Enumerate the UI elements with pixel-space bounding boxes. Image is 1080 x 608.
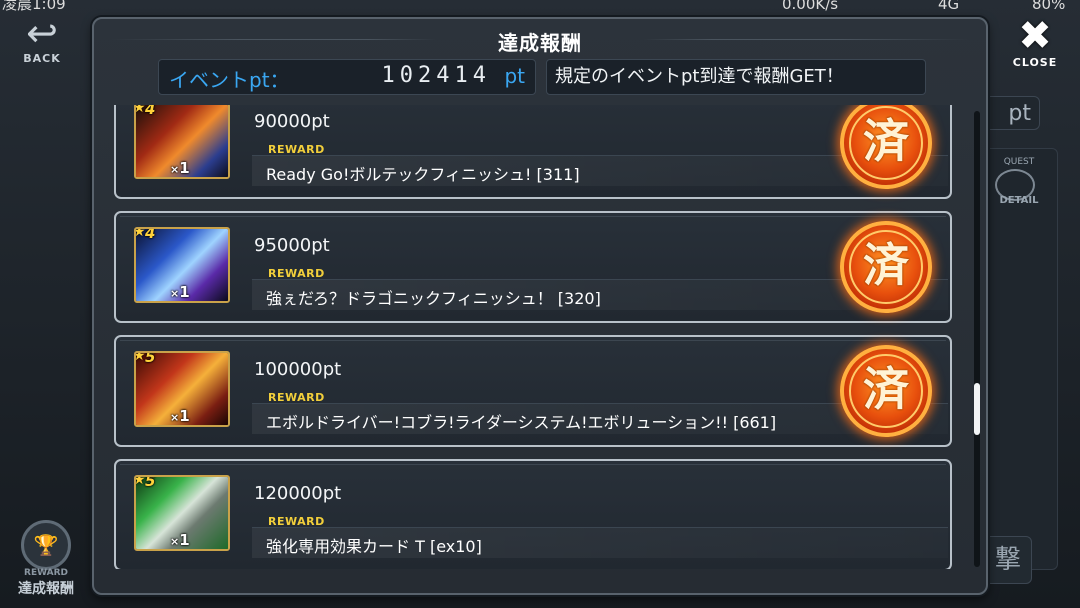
card-quantity-value: 1 xyxy=(179,531,190,549)
status-bar: 凌晨1:09 0.00K/s 4G 80% xyxy=(0,0,1080,16)
side-reward-button[interactable]: 🏆 REWARD 達成報酬 xyxy=(8,520,84,600)
close-icon: ✖ xyxy=(1018,13,1052,59)
reward-threshold: 90000pt xyxy=(254,111,330,132)
reward-tag: REWARD xyxy=(268,515,325,528)
reward-name: エボルドライバー!コブラ!ライダーシステム!エボリューション!! [661] xyxy=(266,413,777,432)
status-signal: 4G xyxy=(938,0,960,13)
row-highlight xyxy=(120,340,946,341)
back-button[interactable]: ↩ BACK xyxy=(10,14,74,68)
reward-info-text: 規定のイベントpt到達で報酬GET！ xyxy=(546,59,926,95)
star-count: 4 xyxy=(145,227,156,242)
status-time: 凌晨1:09 xyxy=(2,0,66,13)
star-rarity-badge: ★ 4 xyxy=(134,227,159,246)
attack-button[interactable]: 撃 xyxy=(984,536,1032,584)
reward-tag: REWARD xyxy=(268,391,325,404)
star-count: 5 xyxy=(145,351,156,366)
card-quantity: ×1 xyxy=(170,283,190,301)
reward-card-thumbnail[interactable]: ★ 5 ×1 xyxy=(134,475,230,551)
star-rarity-badge: ★ 5 xyxy=(134,475,159,494)
star-count: 4 xyxy=(145,105,156,118)
status-network-speed: 0.00K/s xyxy=(782,0,839,13)
back-label: BACK xyxy=(23,52,61,65)
scrollbar-thumb[interactable] xyxy=(974,383,980,435)
claimed-stamp-icon: 済 xyxy=(840,345,932,437)
reward-list[interactable]: ★ 4 ×1 90000pt REWARD Ready Go!ボルテックフィニッ… xyxy=(112,105,954,569)
event-pt-label: イベントpt： xyxy=(169,68,290,92)
row-highlight xyxy=(120,464,946,465)
dialog-title: 達成報酬 xyxy=(498,31,582,55)
detail-label: DETAIL xyxy=(999,195,1039,206)
star-count: 5 xyxy=(145,475,156,490)
card-quantity-value: 1 xyxy=(179,283,190,301)
event-pt-value: 102414 xyxy=(381,63,491,88)
card-quantity-value: 1 xyxy=(179,407,190,425)
reward-threshold: 100000pt xyxy=(254,359,342,380)
star-icon: ★ xyxy=(134,351,146,364)
quest-label: QUEST xyxy=(1003,157,1035,167)
reward-name: 強化専用効果カード T [ex10] xyxy=(266,537,482,556)
close-label: CLOSE xyxy=(1012,56,1058,69)
achievement-reward-dialog: 達成報酬 イベントpt： 102414 pt 規定のイベントpt到達で報酬GET… xyxy=(92,17,988,595)
star-rarity-badge: ★ 5 xyxy=(134,351,159,370)
scrollbar-track[interactable] xyxy=(974,111,980,567)
back-arrow-icon: ↩ xyxy=(26,11,58,55)
reward-threshold: 120000pt xyxy=(254,483,342,504)
reward-row[interactable]: ★ 4 ×1 90000pt REWARD Ready Go!ボルテックフィニッ… xyxy=(114,105,952,199)
star-icon: ★ xyxy=(134,475,146,488)
side-reward-title: 達成報酬 xyxy=(18,581,74,597)
event-pt-box: イベントpt： 102414 pt xyxy=(158,59,536,95)
card-quantity: ×1 xyxy=(170,159,190,177)
star-icon: ★ xyxy=(134,105,146,116)
reward-card-thumbnail[interactable]: ★ 5 ×1 xyxy=(134,351,230,427)
reward-row[interactable]: ★ 5 ×1 100000pt REWARD エボルドライバー!コブラ!ライダー… xyxy=(114,335,952,447)
reward-name: 強ぇだろ？ドラゴニックフィニッシュ！ [320] xyxy=(266,289,601,308)
reward-tag: REWARD xyxy=(268,143,325,156)
trophy-icon: 🏆 xyxy=(21,520,71,570)
claimed-stamp-text: 済 xyxy=(863,114,909,168)
star-rarity-badge: ★ 4 xyxy=(134,105,159,122)
star-icon: ★ xyxy=(134,227,146,240)
event-pt-unit: pt xyxy=(504,64,525,88)
reward-threshold: 95000pt xyxy=(254,235,330,256)
close-button[interactable]: ✖ CLOSE xyxy=(1004,16,1066,74)
side-reward-label: REWARD xyxy=(24,568,68,578)
quest-detail-panel[interactable]: QUEST DETAIL xyxy=(980,148,1058,570)
card-quantity-value: 1 xyxy=(179,159,190,177)
row-highlight xyxy=(120,216,946,217)
card-quantity: ×1 xyxy=(170,531,190,549)
claimed-stamp-text: 済 xyxy=(863,238,909,292)
reward-row[interactable]: ★ 4 ×1 95000pt REWARD 強ぇだろ？ドラゴニックフィニッシュ！… xyxy=(114,211,952,323)
reward-name: Ready Go!ボルテックフィニッシュ! [311] xyxy=(266,165,580,184)
claimed-stamp-text: 済 xyxy=(863,362,909,416)
reward-row[interactable]: ★ 5 ×1 120000pt REWARD 強化専用効果カード T [ex10… xyxy=(114,459,952,569)
reward-tag: REWARD xyxy=(268,267,325,280)
card-quantity: ×1 xyxy=(170,407,190,425)
reward-card-thumbnail[interactable]: ★ 4 ×1 xyxy=(134,227,230,303)
status-battery: 80% xyxy=(1032,0,1066,13)
reward-card-thumbnail[interactable]: ★ 4 ×1 xyxy=(134,105,230,179)
claimed-stamp-icon: 済 xyxy=(840,221,932,313)
